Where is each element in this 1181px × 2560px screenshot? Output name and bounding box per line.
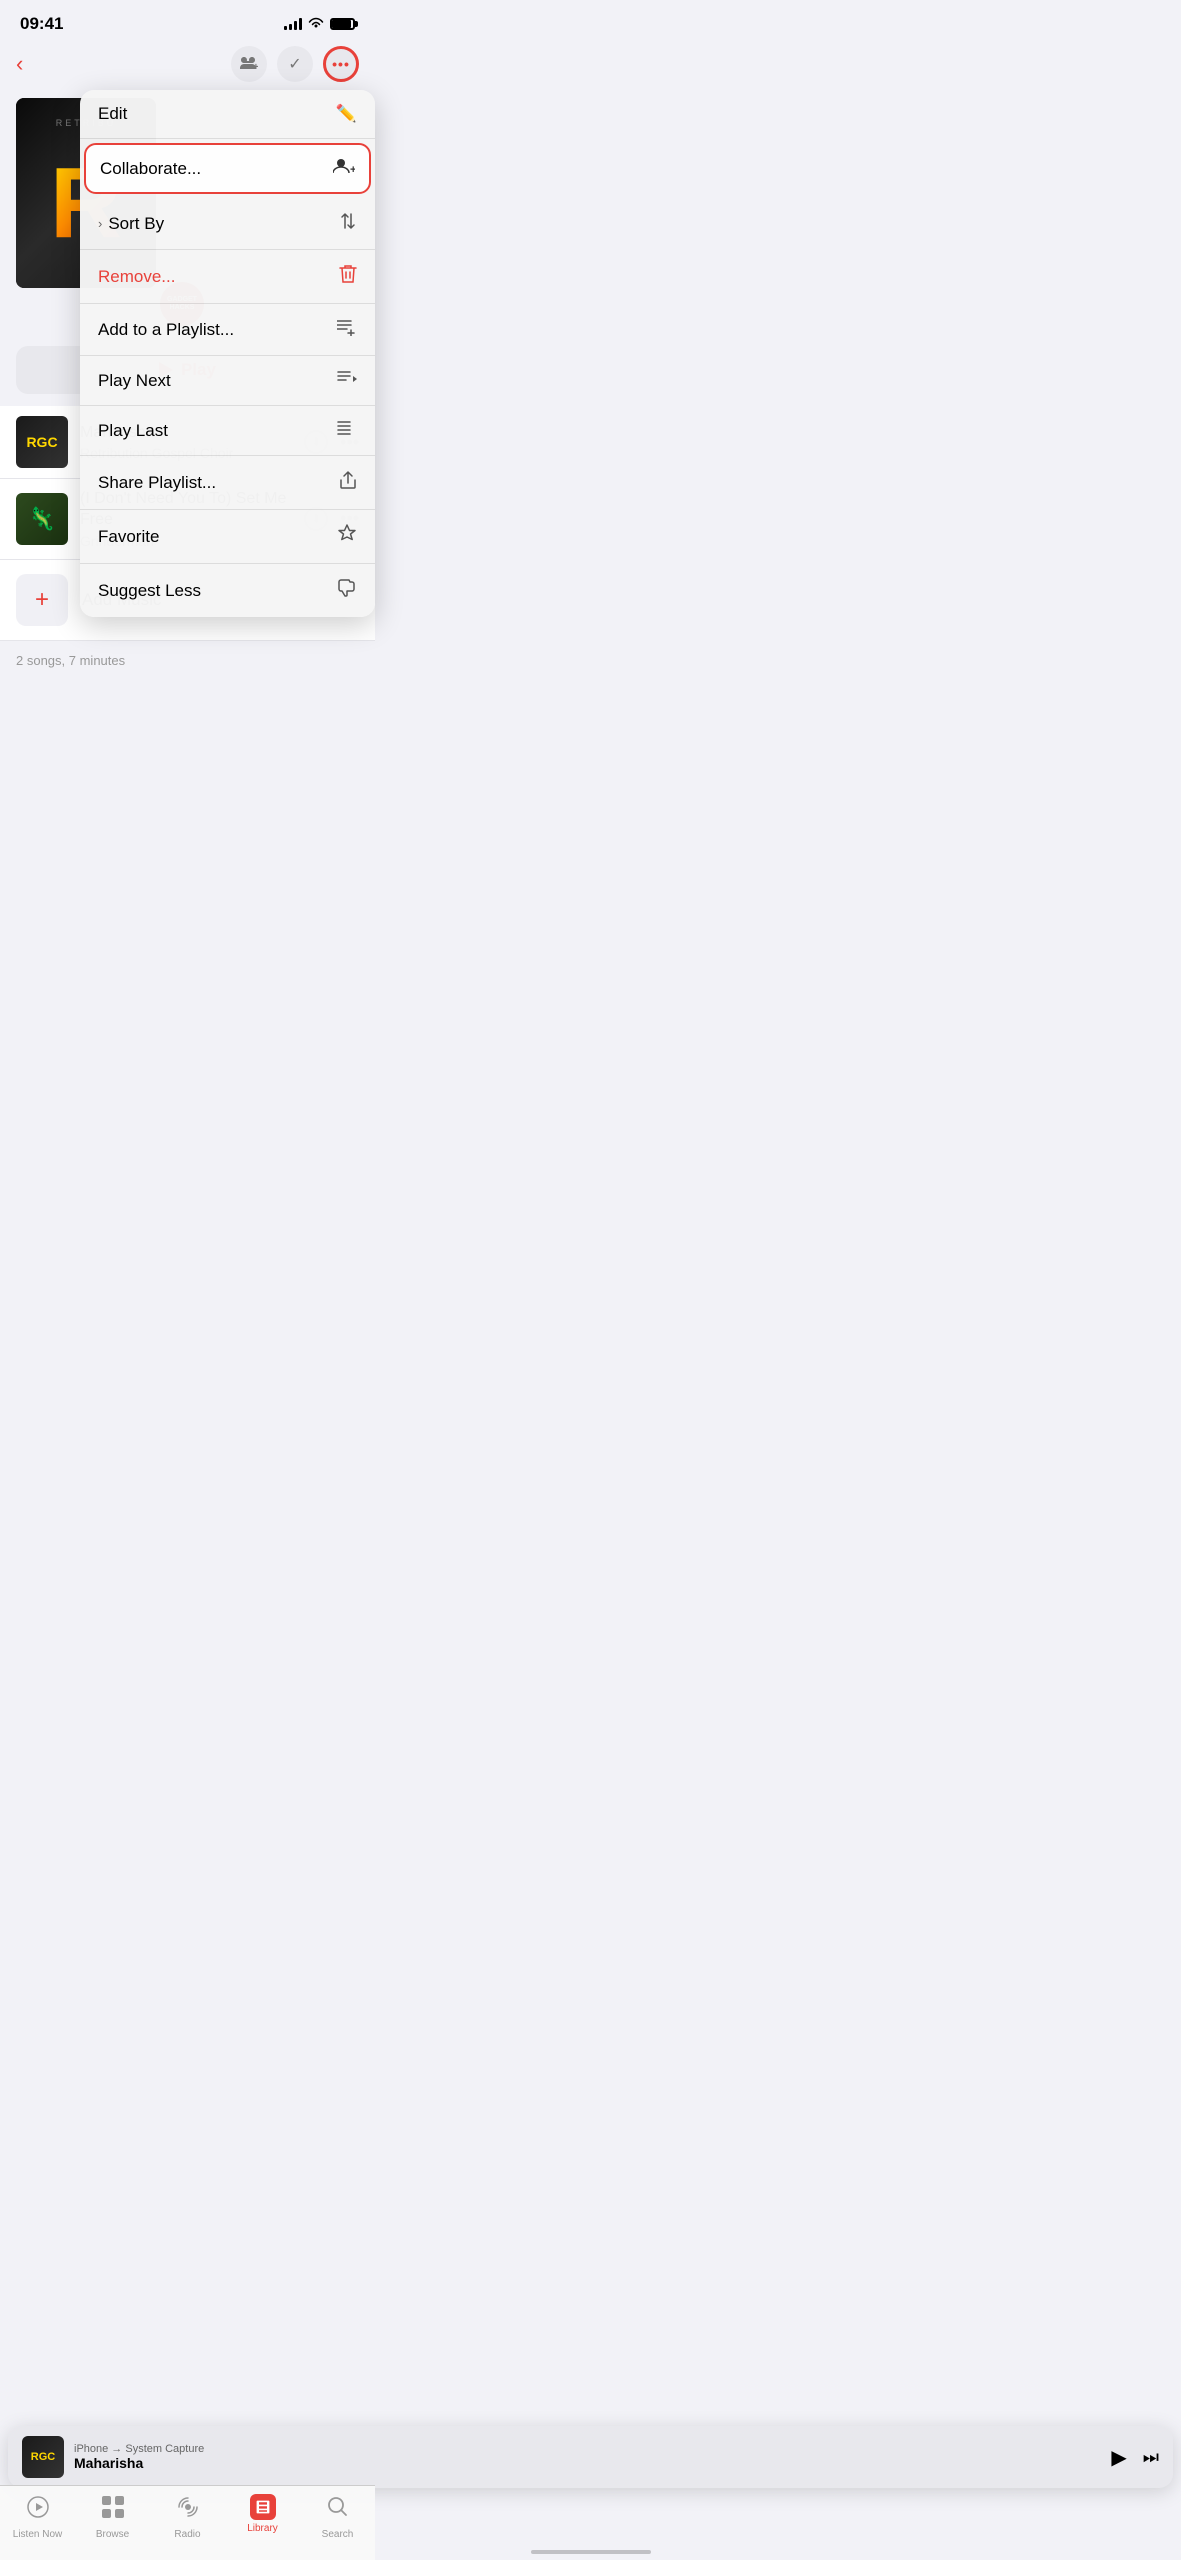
mini-artwork-text: RGC [31,2451,55,2463]
mini-player[interactable]: RGC iPhone → System Capture Maharisha ▶ … [8,2426,1173,2488]
rgc-artwork-text: RGC [26,434,57,450]
library-icon [250,2494,276,2520]
collaborate-icon: + [333,157,355,180]
add-playlist-icon [337,318,357,341]
header: ‹ + ✓ ••• [0,42,375,90]
menu-item-remove[interactable]: Remove... [80,250,375,304]
tab-item-radio[interactable]: Radio [150,2494,225,2540]
tab-item-search[interactable]: Search [300,2494,375,2540]
sort-icon [339,212,357,235]
listen-now-icon [25,2494,51,2526]
add-person-button[interactable]: + [231,46,267,82]
tab-item-library[interactable]: Library [225,2494,300,2540]
tab-item-browse[interactable]: Browse [75,2494,150,2540]
tab-item-listen-now[interactable]: Listen Now [0,2494,75,2540]
grinderman-artwork-icon: 🦎 [28,506,55,532]
menu-item-play-next[interactable]: Play Next [80,356,375,406]
status-time: 09:41 [20,14,63,34]
menu-item-favorite[interactable]: Favorite [80,510,375,564]
mini-player-source: iPhone → System Capture [74,2443,1101,2455]
home-indicator [531,2550,651,2554]
tab-label-listen-now: Listen Now [13,2529,62,2540]
chevron-right-icon: › [98,216,102,231]
thumbsdown-icon [337,578,357,603]
browse-icon [100,2494,126,2526]
menu-item-collaborate[interactable]: Collaborate... + [84,143,371,194]
mini-player-info: iPhone → System Capture Maharisha [74,2443,1101,2471]
mini-forward-button[interactable]: ⏭ [1143,2447,1159,2468]
menu-item-suggest-less[interactable]: Suggest Less [80,564,375,617]
menu-item-sortby[interactable]: › Sort By [80,198,375,250]
add-music-icon: + [16,574,68,626]
menu-item-share-playlist[interactable]: Share Playlist... [80,456,375,510]
more-button[interactable]: ••• [323,46,359,82]
tab-label-library: Library [247,2523,278,2534]
status-icons [284,16,355,32]
battery-icon [330,18,355,30]
header-actions: + ✓ ••• [231,46,359,82]
playlist-header: RETRIBU R Edit ✏️ Collaborate... + [0,90,375,296]
trash-icon [339,264,357,289]
check-button[interactable]: ✓ [277,46,313,82]
mini-player-title: Maharisha [74,2455,1101,2471]
search-icon [325,2494,351,2526]
share-icon [339,470,357,495]
play-last-icon [337,420,357,441]
menu-item-play-last[interactable]: Play Last [80,406,375,456]
mini-player-controls: ▶ ⏭ [1111,2445,1159,2470]
radio-icon [175,2494,201,2526]
wifi-icon [308,16,324,32]
play-next-icon [337,370,357,391]
mini-player-artwork: RGC [22,2436,64,2478]
menu-item-edit[interactable]: Edit ✏️ [80,90,375,139]
back-button[interactable]: ‹ [16,51,23,77]
svg-text:+: + [350,164,355,175]
song-artwork-2: 🦎 [16,493,68,545]
svg-text:+: + [253,62,258,72]
mini-play-button[interactable]: ▶ [1111,2445,1126,2470]
star-icon [337,524,357,549]
main-content: RETRIBU R Edit ✏️ Collaborate... + [0,90,375,836]
signal-bars-icon [284,18,302,30]
dropdown-menu: Edit ✏️ Collaborate... + › Sort By [80,90,375,617]
tab-label-radio: Radio [174,2529,200,2540]
tab-label-search: Search [322,2529,354,2540]
songs-count: 2 songs, 7 minutes [0,641,375,676]
edit-icon: ✏️ [336,104,357,124]
menu-item-add-playlist[interactable]: Add to a Playlist... [80,304,375,356]
song-artwork-1: RGC [16,416,68,468]
tab-label-browse: Browse [96,2529,129,2540]
tab-bar: Listen Now Browse Radio [0,2485,375,2560]
status-bar: 09:41 [0,0,375,42]
